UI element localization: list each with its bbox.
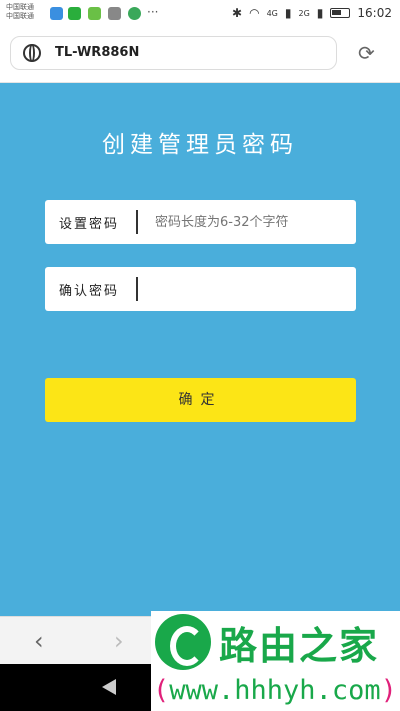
field-divider xyxy=(136,210,138,234)
watermark: 路由之家 (www.hhhyh.com) xyxy=(151,611,400,711)
more-notifications-icon: ··· xyxy=(147,5,159,19)
signal-icon: ▮ xyxy=(284,6,292,20)
carrier-label: 中国联通 中国联通 xyxy=(6,3,34,21)
address-bar: TL-WR886N ⟳ xyxy=(0,30,400,83)
watermark-name: 路由之家 xyxy=(219,624,380,668)
clock: 16:02 xyxy=(357,6,392,20)
battery-icon xyxy=(330,8,351,18)
watermark-paren-open: ( xyxy=(153,675,170,706)
gallery-icon xyxy=(108,7,121,20)
status-bar: 中国联通 中国联通 ··· ✱ ◠ 4G ▮ 2G ▮ 16:02 xyxy=(0,0,400,30)
system-back-icon[interactable] xyxy=(102,679,116,695)
carrier-line-1: 中国联通 xyxy=(6,3,34,11)
confirm-password-input[interactable] xyxy=(155,280,345,298)
watermark-paren-close: ) xyxy=(380,675,397,706)
network-type-4g: 4G xyxy=(266,8,278,18)
confirm-button[interactable]: 确定 xyxy=(45,378,356,422)
globe-icon xyxy=(23,44,41,62)
message-icon xyxy=(88,7,101,20)
url-field[interactable]: TL-WR886N xyxy=(10,36,337,70)
watermark-url-text: www.hhhyh.com xyxy=(169,675,381,706)
carrier-line-2: 中国联通 xyxy=(6,12,34,20)
watermark-url: (www.hhhyh.com) xyxy=(153,675,397,706)
signal-icon-2: ▮ xyxy=(316,6,324,20)
set-password-label: 设置密码 xyxy=(59,217,120,232)
page-title: 创建管理员密码 xyxy=(102,132,298,158)
set-password-field[interactable]: 设置密码 xyxy=(45,200,356,244)
bluetooth-icon: ✱ xyxy=(232,6,243,20)
wifi-icon: ◠ xyxy=(249,6,260,20)
notification-app-icon xyxy=(50,7,63,20)
wechat-icon xyxy=(68,7,81,20)
forward-arrow-icon[interactable]: › xyxy=(114,627,124,655)
shield-icon xyxy=(128,7,141,20)
reload-icon[interactable]: ⟳ xyxy=(358,41,375,65)
network-type-2g: 2G xyxy=(298,8,310,18)
back-arrow-icon[interactable]: ‹ xyxy=(34,627,44,655)
url-text: TL-WR886N xyxy=(55,45,140,60)
confirm-password-field[interactable]: 确认密码 xyxy=(45,267,356,311)
watermark-logo-icon xyxy=(155,614,211,670)
field-divider xyxy=(136,277,138,301)
confirm-password-label: 确认密码 xyxy=(59,284,120,299)
set-password-input[interactable] xyxy=(155,213,345,231)
